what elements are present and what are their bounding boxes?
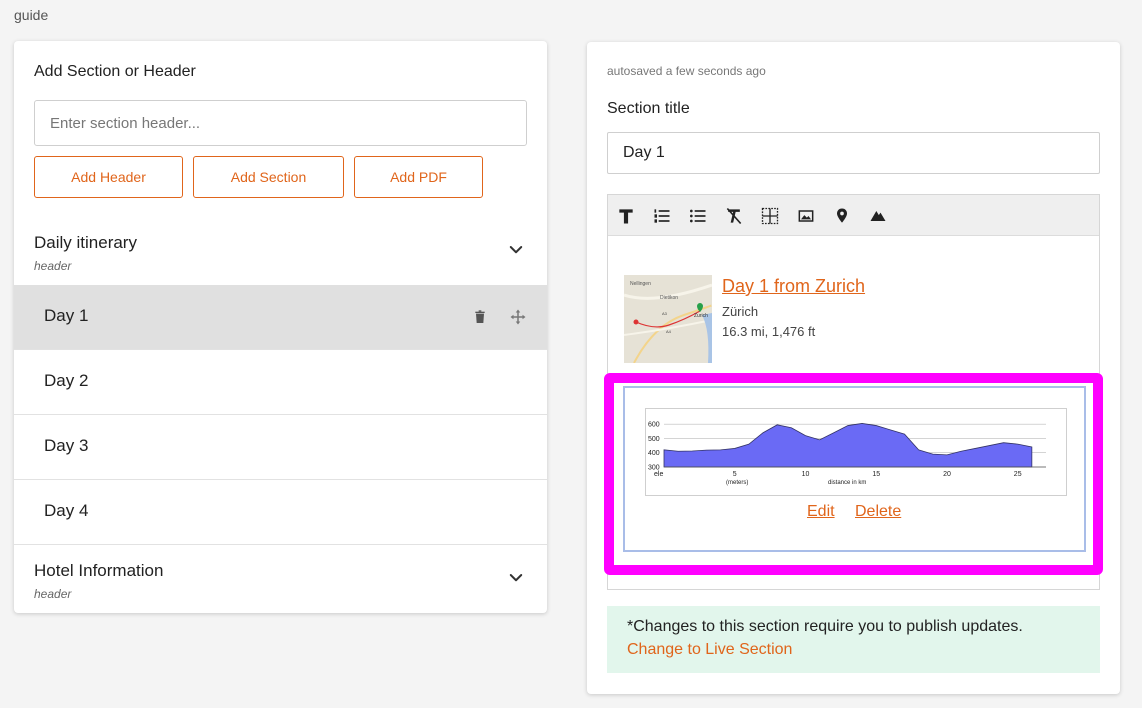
section-title-input[interactable] bbox=[607, 132, 1100, 174]
section-header-input[interactable] bbox=[34, 100, 527, 146]
map-pin-icon[interactable] bbox=[832, 206, 852, 226]
section-label: Day 1 bbox=[44, 306, 89, 325]
map-label: A3 bbox=[662, 311, 668, 316]
x-axis-label: distance in km bbox=[828, 480, 866, 486]
publish-notice: *Changes to this section require you to … bbox=[607, 606, 1100, 673]
group-name: Daily itinerary bbox=[34, 233, 137, 252]
section-label: Day 4 bbox=[44, 501, 89, 520]
group-header-hotel-information[interactable]: Hotel Information header bbox=[14, 561, 547, 613]
chevron-down-icon[interactable] bbox=[507, 241, 525, 259]
route-map-thumbnail[interactable]: Nellingen Dietikon Zurich A3 A4 bbox=[624, 275, 712, 363]
group-type: header bbox=[34, 259, 72, 273]
bullet-list-icon[interactable] bbox=[688, 206, 708, 226]
elevation-chart: 3004005006005 10 15 20 25ele(meters) distance… bbox=[645, 408, 1067, 496]
y-axis-label: ele bbox=[654, 471, 663, 478]
map-label: Nellingen bbox=[630, 281, 651, 287]
add-header-button[interactable]: Add Header bbox=[34, 156, 183, 198]
section-title-label: Section title bbox=[607, 100, 690, 117]
x-tick-label: 25 bbox=[1014, 471, 1022, 478]
move-handle-icon[interactable] bbox=[509, 308, 527, 326]
elevation-icon[interactable] bbox=[868, 206, 888, 226]
y-tick-label: 400 bbox=[648, 450, 660, 457]
section-item-day-1[interactable]: Day 1 bbox=[14, 285, 547, 350]
chevron-down-icon[interactable] bbox=[507, 569, 525, 587]
ordered-list-icon[interactable] bbox=[652, 206, 672, 226]
x-tick-label: 5 bbox=[733, 471, 737, 478]
autosave-status: autosaved a few seconds ago bbox=[607, 64, 766, 78]
trash-icon[interactable] bbox=[472, 309, 488, 325]
add-pdf-button[interactable]: Add PDF bbox=[354, 156, 483, 198]
section-label: Day 3 bbox=[44, 436, 89, 455]
change-to-live-link[interactable]: Change to Live Section bbox=[627, 641, 1080, 659]
delete-embed-link[interactable]: Delete bbox=[855, 503, 901, 521]
route-stats: 16.3 mi, 1,476 ft bbox=[722, 324, 816, 339]
section-list: Day 1 Day 2 Day 3 Day 4 bbox=[14, 285, 547, 545]
add-section-button[interactable]: Add Section bbox=[193, 156, 344, 198]
section-label: Day 2 bbox=[44, 371, 89, 390]
group-type: header bbox=[34, 587, 72, 601]
clear-format-icon[interactable] bbox=[724, 206, 744, 226]
map-label: Dietikon bbox=[660, 295, 678, 301]
route-title-link[interactable]: Day 1 from Zurich bbox=[722, 276, 865, 297]
image-icon[interactable] bbox=[796, 206, 816, 226]
section-item-day-2[interactable]: Day 2 bbox=[14, 350, 547, 415]
y-tick-label: 500 bbox=[648, 436, 660, 443]
route-location: Zürich bbox=[722, 304, 759, 319]
notice-text: *Changes to this section require you to … bbox=[627, 618, 1023, 635]
group-name: Hotel Information bbox=[34, 561, 164, 580]
x-tick-label: 10 bbox=[802, 471, 810, 478]
section-item-day-4[interactable]: Day 4 bbox=[14, 480, 547, 545]
section-editor-panel: Add Section or Header Add Header Add Sec… bbox=[14, 41, 547, 613]
x-tick-label: 20 bbox=[943, 471, 951, 478]
elevation-area bbox=[663, 423, 1033, 468]
y-unit-label: (meters) bbox=[726, 480, 748, 486]
elevation-embed[interactable]: 300 400 500 600 5 10 15 20 25 ele (meters) distance… bbox=[623, 386, 1086, 552]
breadcrumb[interactable]: guide bbox=[14, 7, 48, 23]
map-label: Zurich bbox=[694, 313, 708, 319]
map-label: A4 bbox=[666, 329, 672, 334]
table-icon[interactable] bbox=[760, 206, 780, 226]
y-tick-label: 600 bbox=[648, 422, 660, 429]
x-tick-label: 15 bbox=[872, 471, 880, 478]
rich-text-editor[interactable]: Nellingen Dietikon Zurich A3 A4 Day 1 fr… bbox=[604, 194, 1103, 590]
editor-toolbar bbox=[608, 195, 1099, 236]
section-item-day-3[interactable]: Day 3 bbox=[14, 415, 547, 480]
section-content-panel: autosaved a few seconds ago Section titl… bbox=[587, 42, 1120, 694]
edit-embed-link[interactable]: Edit bbox=[807, 503, 835, 521]
text-format-icon[interactable] bbox=[616, 206, 636, 226]
add-section-title: Add Section or Header bbox=[34, 63, 196, 80]
